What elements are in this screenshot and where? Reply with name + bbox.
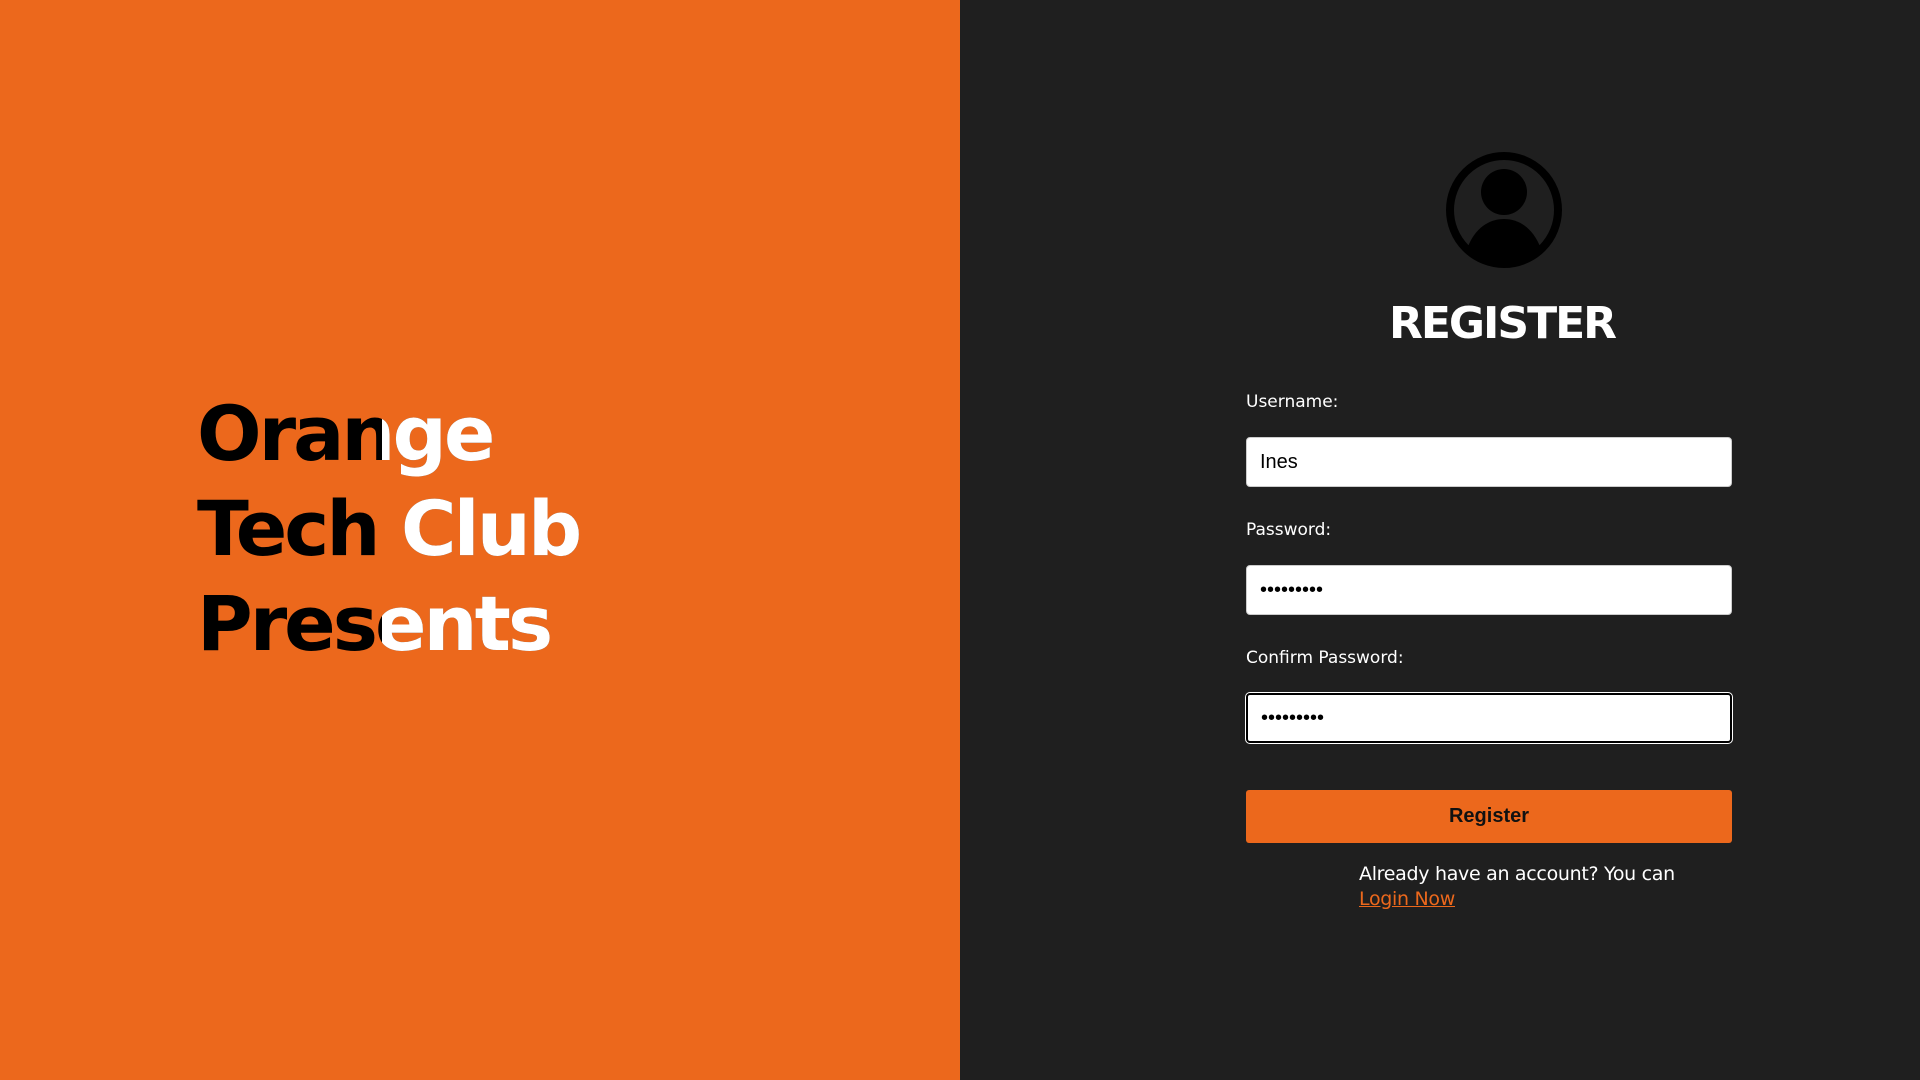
register-title: REGISTER — [1388, 298, 1617, 349]
headline-line-1: Orange Orange — [0, 386, 960, 481]
password-input[interactable] — [1246, 565, 1732, 615]
brand-headline: Orange Orange Tech Club Tech Club Presen… — [0, 386, 960, 671]
headline-line-3: Presents Presents — [0, 576, 960, 671]
register-panel — [960, 0, 1920, 1080]
username-input[interactable] — [1246, 437, 1732, 487]
login-prompt-text: Already have an account? You can — [1359, 863, 1675, 885]
confirm-password-label: Confirm Password: — [1246, 648, 1404, 668]
login-now-link[interactable]: Login Now — [1359, 888, 1455, 910]
confirm-password-input[interactable] — [1246, 693, 1732, 743]
username-label: Username: — [1246, 392, 1339, 412]
password-label: Password: — [1246, 520, 1332, 540]
login-prompt: Already have an account? You can Login N… — [1359, 862, 1675, 912]
user-circle-icon — [1446, 152, 1562, 268]
page: Orange Orange Tech Club Tech Club Presen… — [0, 0, 1920, 1080]
headline-line-2: Tech Club Tech Club — [0, 481, 960, 576]
register-button[interactable]: Register — [1246, 790, 1732, 843]
brand-panel: Orange Orange Tech Club Tech Club Presen… — [0, 0, 960, 1080]
